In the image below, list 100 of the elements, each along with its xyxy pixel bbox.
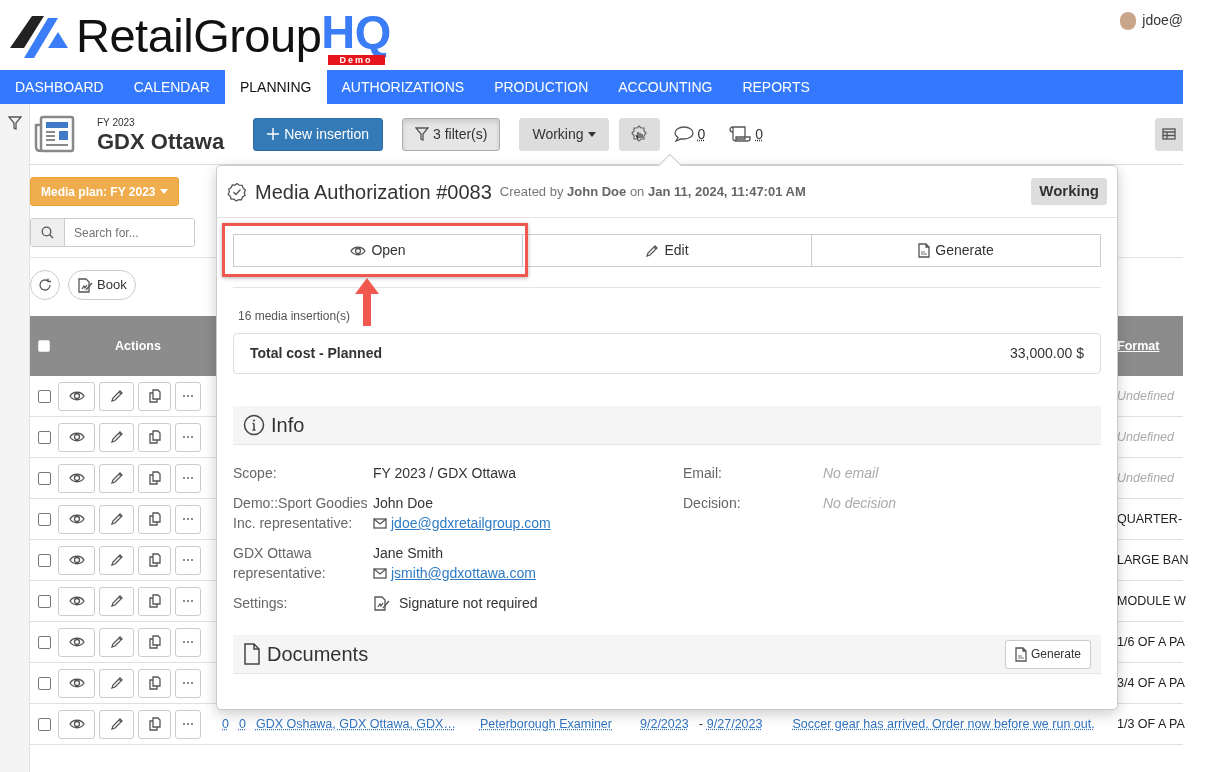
table-cell-text: Undefined [1117,428,1174,446]
view-button[interactable] [58,545,95,575]
status-dropdown[interactable]: Working [519,117,609,151]
copy-button[interactable] [138,381,171,411]
comment-count[interactable]: 0 [697,123,706,145]
table-view-button[interactable] [1155,117,1183,151]
row-checkbox[interactable] [37,471,51,485]
scroll-count[interactable]: 0 [755,123,764,145]
authorization-button[interactable] [618,117,660,151]
copy-button[interactable] [138,586,171,616]
copy-icon [148,389,161,403]
edit-button[interactable] [99,422,134,452]
section-title: Documents [267,642,369,667]
row-checkbox[interactable] [37,717,51,731]
copy-button[interactable] [138,504,171,534]
avatar-silhouette [1120,11,1137,30]
field-value: No email [823,464,880,483]
generate-button[interactable]: Generate [812,234,1101,267]
copy-button[interactable] [138,422,171,452]
eye-icon [68,554,85,566]
copy-button[interactable] [138,709,171,739]
copy-button[interactable] [138,463,171,493]
view-button[interactable] [58,586,95,616]
user-name[interactable]: jdoe@ [1142,10,1183,31]
search-field[interactable]: Search for... [30,218,195,247]
row-checkbox[interactable] [37,512,51,526]
field-label: Settings: [233,594,289,613]
email-link[interactable]: jsmith@gdxottawa.com [391,563,536,583]
book-button[interactable]: Book [68,270,136,300]
edit-button[interactable] [99,586,134,616]
email-link[interactable]: jdoe@gdxretailgroup.com [391,513,551,533]
nav-tab[interactable]: PLANNING [224,70,327,104]
view-button[interactable] [58,381,95,411]
copy-icon [148,717,161,731]
count-link[interactable]: 0 [222,714,229,734]
store-link[interactable]: GDX Oshawa, GDX Ottawa, GDX… [255,714,456,734]
nav-tab[interactable]: CALENDAR [118,70,225,104]
field-value: Signature not required [399,594,538,613]
nav-tab[interactable]: DASHBOARD [0,70,119,104]
edit-button[interactable] [99,668,134,698]
pencil-icon [109,430,124,444]
row-checkbox[interactable] [37,594,51,608]
count-link[interactable]: 0 [238,714,246,734]
copy-icon [148,553,161,567]
total-cost-value: 33,000.00 $ [1010,344,1084,363]
edit-button[interactable] [99,463,134,493]
nav-tab[interactable]: AUTHORIZATIONS [326,70,480,104]
eye-icon [68,595,85,607]
pdf-file-icon [918,243,931,258]
created-by-text: Created by John Doe on Jan 11, 2024, 11:47:01 AM [499,182,806,201]
pencil-icon [109,635,124,649]
scroll-icon [729,126,752,142]
pencil-icon [109,676,124,690]
edit-button[interactable] [99,504,134,534]
copy-button[interactable] [138,545,171,575]
plus-icon [267,128,280,140]
edit-button[interactable] [99,381,134,411]
edit-button[interactable] [99,709,134,739]
status-badge: Working [1031,178,1107,205]
new-insertion-button[interactable]: New insertion [253,117,383,151]
pencil-icon [109,512,124,526]
refresh-button[interactable] [30,270,60,300]
caret-icon [159,189,168,194]
eye-icon [350,244,367,257]
view-button[interactable] [58,709,95,739]
eye-icon [68,636,85,648]
nav-tab[interactable]: REPORTS [727,70,825,104]
view-button[interactable] [58,627,95,657]
filters-button[interactable]: 3 filter(s) [401,117,501,151]
row-checkbox[interactable] [37,553,51,567]
view-button[interactable] [58,504,95,534]
view-button[interactable] [58,668,95,698]
nav-tab[interactable]: PRODUCTION [479,70,604,104]
generate-button[interactable]: Generate [1004,639,1091,669]
nav-tab[interactable]: ACCOUNTING [603,70,728,104]
edit-button[interactable]: Edit [523,234,812,267]
publication-link[interactable]: Peterborough Examiner [479,714,612,734]
search-icon [41,226,54,239]
date-link[interactable]: 9/2/2023 [640,714,689,734]
row-checkbox[interactable] [37,635,51,649]
caret-icon [587,131,596,137]
message-link[interactable]: Soccer gear has arrived. Order now before we run out. [792,714,1095,734]
select-all-checkbox[interactable] [38,340,50,352]
date-link[interactable]: 9/27/2023 [706,714,763,734]
refresh-icon [38,278,52,292]
copy-button[interactable] [138,668,171,698]
page-subtitle: FY 2023 [97,115,136,130]
view-button[interactable] [58,422,95,452]
row-checkbox[interactable] [37,389,51,403]
page-title: GDX Ottawa [97,129,225,154]
row-checkbox[interactable] [37,430,51,444]
edit-button[interactable] [99,545,134,575]
open-button[interactable]: Open [233,234,523,267]
column-header: Actions [115,337,161,355]
eye-icon [68,390,85,402]
row-checkbox[interactable] [37,676,51,690]
view-button[interactable] [58,463,95,493]
field-value: John Doe [373,494,433,513]
edit-button[interactable] [99,627,134,657]
copy-button[interactable] [138,627,171,657]
